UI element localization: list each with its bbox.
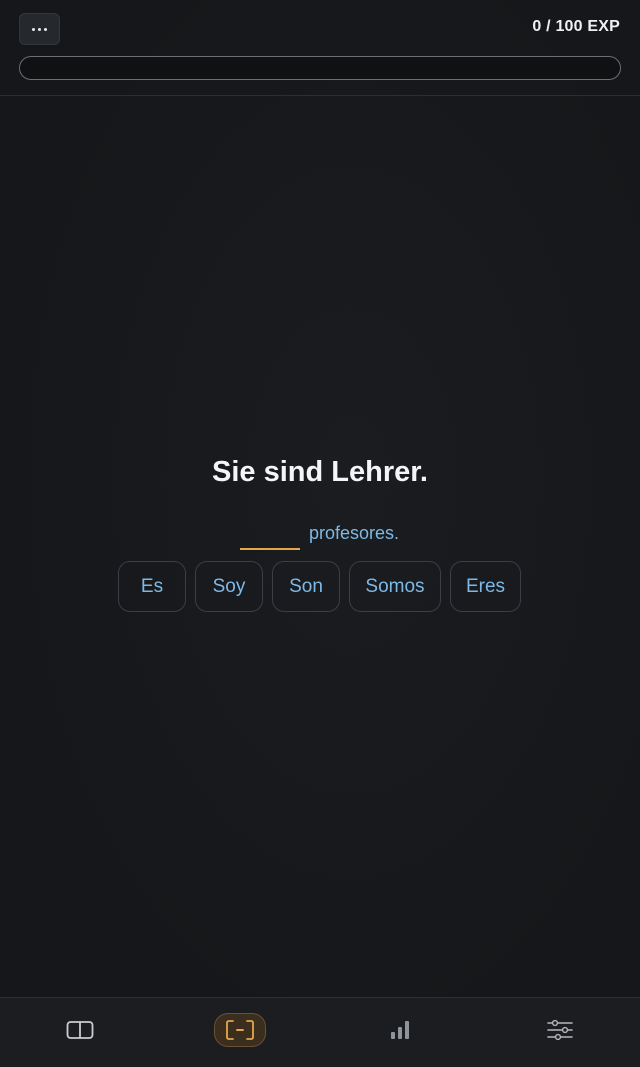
sentence-remainder: profesores. bbox=[309, 523, 400, 543]
option-button[interactable]: Eres bbox=[450, 561, 521, 612]
answer-blank[interactable] bbox=[240, 526, 300, 550]
book-icon bbox=[66, 1021, 94, 1039]
option-button[interactable]: Somos bbox=[349, 561, 441, 612]
settings-sliders-icon bbox=[547, 1019, 573, 1041]
menu-button[interactable] bbox=[19, 13, 60, 45]
stats-icon bbox=[391, 1021, 409, 1039]
nav-settings[interactable] bbox=[540, 1013, 580, 1047]
more-dot-icon bbox=[38, 27, 41, 31]
prompt-sentence: Sie sind Lehrer. bbox=[212, 456, 428, 488]
option-button[interactable]: Soy bbox=[195, 561, 263, 612]
exp-progress-bar bbox=[19, 56, 621, 80]
nav-stats[interactable] bbox=[380, 1013, 420, 1047]
more-dot-icon bbox=[44, 27, 47, 31]
app-root: 0 / 100 EXP Sie sind Lehrer. profesores.… bbox=[0, 0, 640, 1067]
nav-lessons[interactable] bbox=[60, 1013, 100, 1047]
nav-practice[interactable] bbox=[214, 1013, 266, 1047]
option-button[interactable]: Es bbox=[118, 561, 186, 612]
exp-counter: 0 / 100 EXP bbox=[532, 18, 620, 35]
answer-options: Es Soy Son Somos Eres bbox=[118, 561, 521, 612]
practice-icon bbox=[226, 1020, 254, 1040]
bottom-nav bbox=[0, 997, 640, 1067]
option-button[interactable]: Son bbox=[272, 561, 340, 612]
more-dot-icon bbox=[32, 27, 35, 31]
top-bar: 0 / 100 EXP bbox=[0, 0, 640, 96]
answer-sentence: profesores. bbox=[240, 522, 399, 550]
